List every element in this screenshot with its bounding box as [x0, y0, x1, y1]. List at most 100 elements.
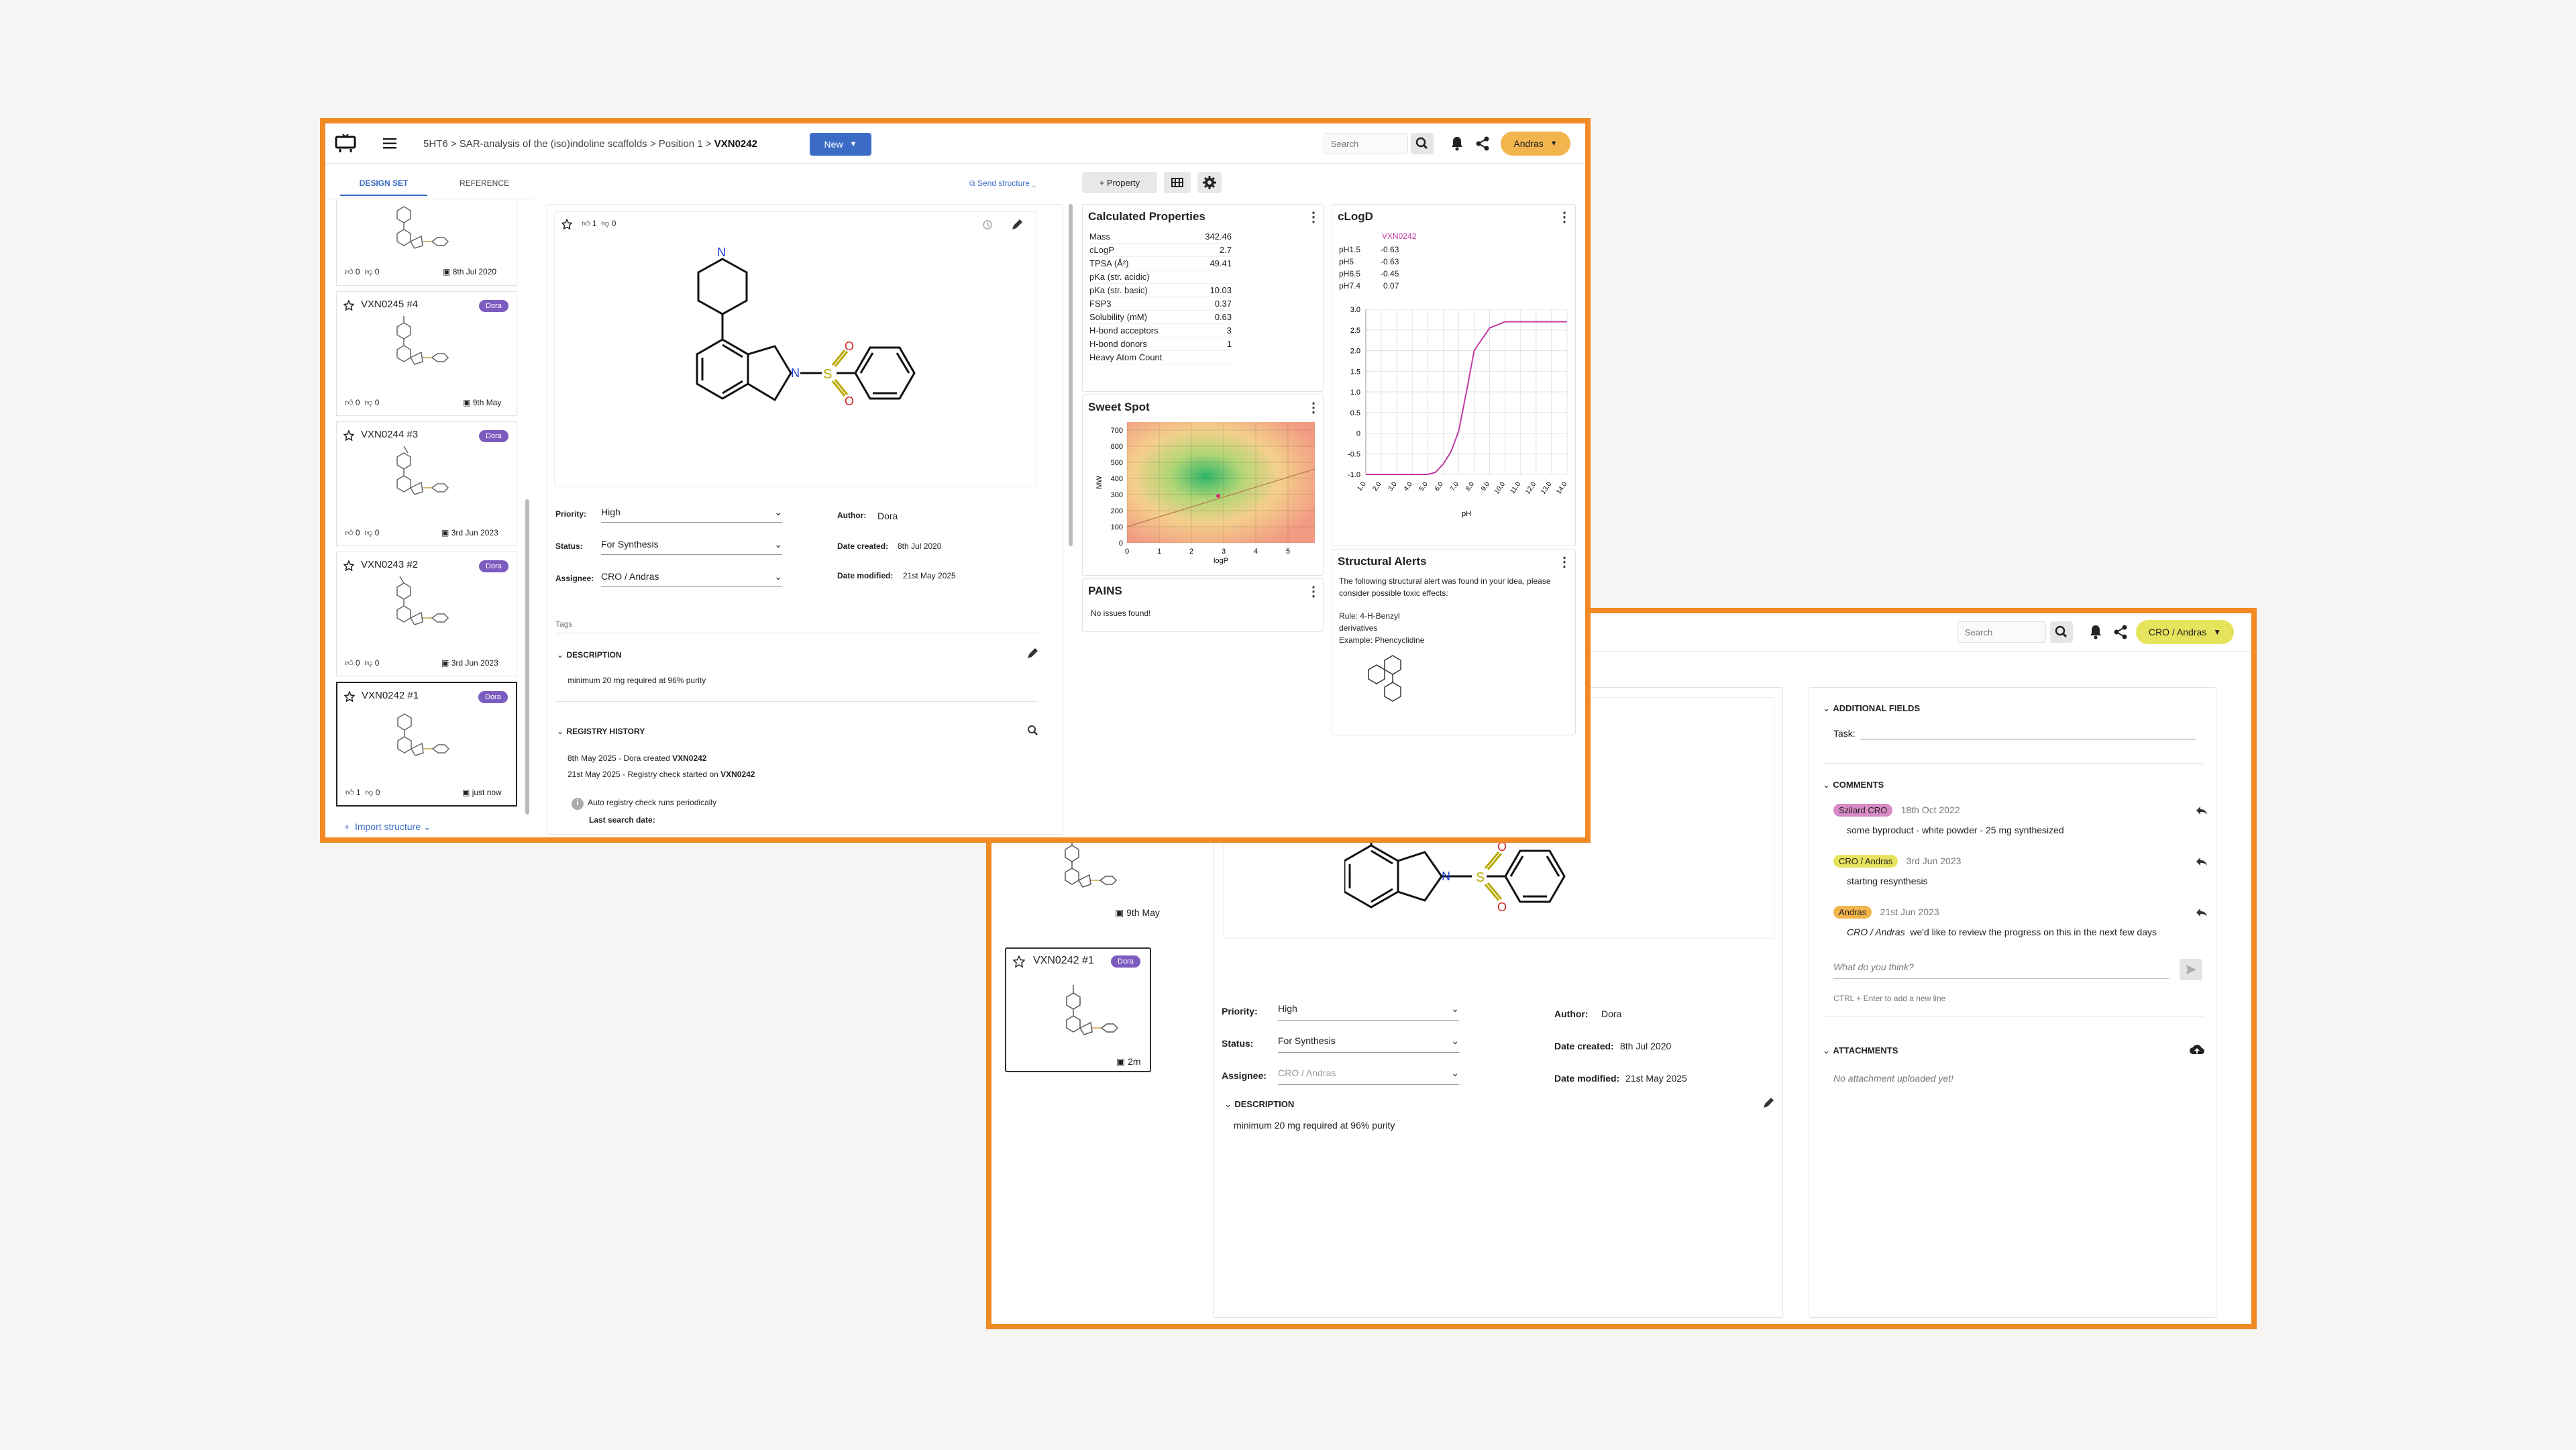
- thumbs-down-icon[interactable]: 👎︎: [364, 658, 372, 668]
- priority-select[interactable]: High ⌄: [1278, 1003, 1459, 1021]
- thumbs-down-icon[interactable]: 👎︎: [364, 267, 372, 276]
- description-header[interactable]: ⌄ DESCRIPTION: [1224, 1098, 1294, 1110]
- star-icon[interactable]: [343, 300, 354, 311]
- search-field[interactable]: [1957, 621, 2046, 643]
- import-structure-button[interactable]: + Import structure ⌄: [344, 821, 431, 833]
- search-field[interactable]: [1324, 133, 1408, 154]
- tab-reference[interactable]: REFERENCE: [441, 178, 528, 188]
- more-options-icon[interactable]: ⋮: [1307, 583, 1320, 600]
- edit-icon[interactable]: [1762, 1097, 1774, 1109]
- search-input[interactable]: [1958, 622, 2039, 642]
- thumbs-up-icon[interactable]: 👍︎: [345, 398, 354, 407]
- breadcrumb-item[interactable]: Position 1: [659, 138, 703, 150]
- search-registry-icon[interactable]: [1026, 724, 1038, 736]
- thumbs-up-icon[interactable]: 👍︎: [345, 658, 354, 668]
- search-button[interactable]: [1411, 133, 1434, 154]
- additional-fields-header[interactable]: ⌄ ADDITIONAL FIELDS: [1823, 703, 1920, 715]
- assignee-select[interactable]: CRO / Andras ⌄: [1278, 1068, 1459, 1085]
- list-item-selected[interactable]: VXN0242 #1 Dora ▣ 2m: [1005, 947, 1151, 1072]
- star-icon[interactable]: [344, 691, 355, 702]
- tab-design-set[interactable]: DESIGN SET: [340, 178, 427, 196]
- star-icon[interactable]: [1013, 955, 1025, 968]
- molecule-thumbnail: [396, 446, 449, 495]
- priority-select[interactable]: High ⌄: [601, 507, 782, 523]
- user-name: Andras: [1513, 138, 1544, 149]
- list-item[interactable]: 👍︎ 0 👎︎ 0 ▣ 8th Jul 2020: [336, 200, 517, 286]
- y-tick-label: 400: [1111, 475, 1123, 483]
- send-structure-button[interactable]: ⧉ Send structure ⌄: [969, 178, 1036, 189]
- registry-history-header[interactable]: ⌄ REGISTRY HISTORY: [557, 725, 645, 737]
- list-item[interactable]: ▣ 9th May: [1005, 836, 1160, 923]
- star-icon[interactable]: [561, 219, 572, 229]
- thumbs-up-icon[interactable]: 👍︎: [345, 788, 354, 797]
- more-options-icon[interactable]: ⋮: [1307, 209, 1320, 225]
- list-scrollbar[interactable]: [525, 499, 529, 815]
- status-select[interactable]: For Synthesis ⌄: [1278, 1035, 1459, 1053]
- thumbs-up-icon[interactable]: 👍︎: [345, 267, 354, 276]
- status-label: Status:: [555, 541, 583, 551]
- tags-input[interactable]: Tags: [555, 619, 1038, 633]
- user-menu[interactable]: CRO / Andras ▼: [2136, 620, 2234, 644]
- comment-input[interactable]: What do you think?: [1833, 962, 2169, 979]
- user-name: CRO / Andras: [2148, 627, 2207, 637]
- star-icon[interactable]: [343, 430, 354, 441]
- thumbs-up-icon[interactable]: 👍︎: [345, 528, 354, 537]
- y-tick-label: 0: [1119, 539, 1123, 548]
- menu-icon[interactable]: [383, 138, 396, 149]
- send-comment-button[interactable]: [2180, 959, 2202, 980]
- list-item[interactable]: VXN0244 #3 Dora 👍︎ 0 👎︎ 0 ▣ 3rd Jun 2023: [336, 421, 517, 546]
- attachments-header[interactable]: ⌄ ATTACHMENTS: [1823, 1045, 1898, 1057]
- svg-text:S: S: [823, 367, 832, 382]
- comments-header[interactable]: ⌄ COMMENTS: [1823, 779, 1884, 791]
- compound-name: VXN0245 #4: [361, 299, 419, 310]
- edit-icon[interactable]: [1011, 219, 1023, 231]
- list-item-selected[interactable]: VXN0242 #1 Dora 👍︎ 1 👎︎ 0 ▣ just now: [336, 682, 517, 807]
- user-menu[interactable]: Andras ▼: [1501, 132, 1570, 156]
- property-name: H-bond acceptors: [1089, 323, 1194, 338]
- bell-icon[interactable]: [1450, 136, 1464, 152]
- date-created-value: 8th Jul 2020: [1620, 1041, 1672, 1051]
- description-header[interactable]: ⌄ DESCRIPTION: [557, 649, 622, 661]
- detail-scrollbar[interactable]: [1069, 204, 1073, 546]
- history-icon[interactable]: [981, 219, 994, 231]
- upload-cloud-icon[interactable]: [2189, 1043, 2205, 1055]
- search-input[interactable]: [1324, 134, 1402, 154]
- table-view-button[interactable]: [1164, 172, 1191, 193]
- pains-title: PAINS: [1088, 584, 1122, 597]
- more-options-icon[interactable]: ⋮: [1558, 554, 1571, 570]
- bell-icon[interactable]: [2088, 624, 2103, 640]
- reply-icon[interactable]: [2196, 806, 2208, 815]
- thumbs-down-icon[interactable]: 👎︎: [365, 788, 373, 797]
- task-label: Task:: [1833, 728, 1856, 739]
- new-button[interactable]: New ▼: [810, 133, 871, 156]
- breadcrumb-item[interactable]: SAR-analysis of the (iso)indoline scaffo…: [460, 138, 647, 150]
- share-icon[interactable]: [2113, 624, 2128, 640]
- structure-viewer[interactable]: 👍︎ 1 👎︎ 0 N H: [554, 211, 1037, 486]
- author-badge: Dora: [1111, 955, 1140, 968]
- thumbs-up-icon[interactable]: 👍︎: [582, 219, 590, 228]
- date-created-label: Date created:: [837, 541, 889, 551]
- reply-icon[interactable]: [2196, 908, 2208, 917]
- properties-table: Mass 342.46 cLogP 2.7 TPSA (Å²) 49.41 pKa (str…: [1089, 230, 1232, 364]
- list-item[interactable]: VXN0245 #4 Dora 👍︎ 0 👎︎ 0 ▣ 9th May: [336, 291, 517, 416]
- app-logo-icon[interactable]: [335, 134, 356, 153]
- thumbs-down-icon[interactable]: 👎︎: [364, 528, 372, 537]
- edit-icon[interactable]: [1026, 648, 1038, 660]
- molecule-thumbnail: [1065, 837, 1118, 888]
- add-property-button[interactable]: + Property: [1082, 172, 1157, 193]
- thumbs-down-icon[interactable]: 👎︎: [364, 398, 372, 407]
- reply-icon[interactable]: [2196, 857, 2208, 866]
- search-button[interactable]: [2050, 621, 2073, 643]
- y-tick-label: 200: [1111, 507, 1123, 515]
- assignee-select[interactable]: CRO / Andras ⌄: [601, 571, 782, 587]
- settings-button[interactable]: [1197, 172, 1222, 193]
- ph-label: pH6.5: [1339, 269, 1361, 278]
- list-item[interactable]: VXN0243 #2 Dora 👍︎ 0 👎︎ 0 ▣ 3rd Jun 2023: [336, 552, 517, 676]
- status-select[interactable]: For Synthesis ⌄: [601, 539, 782, 555]
- more-options-icon[interactable]: ⋮: [1307, 399, 1320, 416]
- thumbs-down-icon[interactable]: 👎︎: [601, 219, 609, 228]
- star-icon[interactable]: [343, 560, 354, 571]
- more-options-icon[interactable]: ⋮: [1558, 209, 1571, 225]
- breadcrumb-item[interactable]: 5HT6: [423, 138, 448, 150]
- share-icon[interactable]: [1475, 136, 1490, 152]
